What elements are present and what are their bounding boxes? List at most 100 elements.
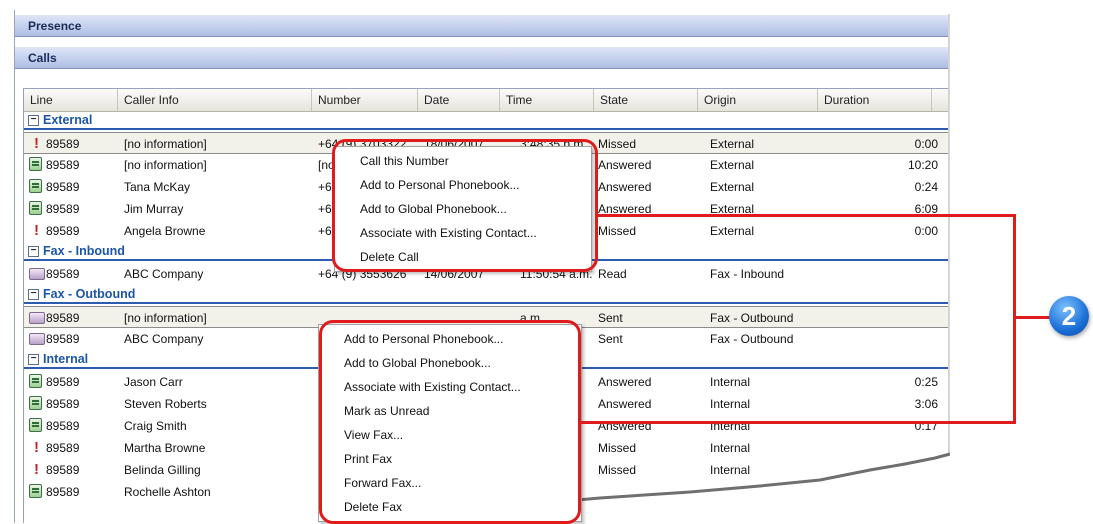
column-header-caller-info[interactable]: Caller Info	[118, 89, 312, 111]
cell-duration	[824, 263, 938, 285]
cell-origin: Internal	[710, 419, 751, 433]
answered-call-icon	[29, 396, 42, 410]
cell-duration: 0:00	[914, 137, 938, 151]
column-header-number[interactable]: Number	[312, 89, 418, 111]
cell-state: Missed	[598, 137, 637, 151]
cell-line: 89589	[46, 158, 80, 172]
cell-state: Missed	[598, 463, 637, 477]
presence-panel-header[interactable]: Presence	[15, 15, 949, 37]
column-header-origin[interactable]: Origin	[698, 89, 818, 111]
cell-caller: ABC Company	[124, 332, 204, 346]
cell-line: 89589	[46, 375, 80, 389]
callout-connector	[1013, 214, 1016, 424]
fax-icon	[29, 312, 45, 324]
answered-call-icon	[29, 374, 42, 388]
cell-line: 89589	[46, 485, 80, 499]
cell-line: 89589	[46, 332, 80, 346]
cell-state: Answered	[598, 419, 652, 433]
cell-duration	[824, 328, 938, 350]
missed-call-icon: !	[34, 222, 39, 239]
cell-line: 89589	[46, 463, 80, 477]
collapse-toggle-icon[interactable]: −	[28, 289, 39, 301]
cell-caller: Craig Smith	[124, 419, 187, 433]
cell-caller: [no information]	[124, 311, 207, 325]
collapse-toggle-icon[interactable]: −	[28, 115, 39, 127]
group-label: Internal	[43, 352, 89, 366]
group-label: Fax - Outbound	[43, 287, 136, 301]
cell-caller: [no information]	[124, 158, 207, 172]
cell-duration	[824, 307, 938, 329]
group-header-fax-outbound[interactable]: − Fax - Outbound	[24, 285, 949, 304]
cell-line: 89589	[46, 311, 80, 325]
answered-call-icon	[29, 179, 42, 193]
cell-origin: External	[710, 180, 755, 194]
group-label: Fax - Inbound	[43, 244, 125, 258]
group-header-external[interactable]: − External	[24, 111, 949, 130]
cell-origin: Internal	[710, 397, 751, 411]
cell-duration	[824, 459, 938, 481]
cell-line: 89589	[46, 202, 80, 216]
cell-state: Read	[598, 267, 627, 281]
missed-call-icon: !	[34, 439, 39, 456]
cell-origin: Fax - Inbound	[710, 267, 785, 281]
fax-icon	[29, 333, 45, 345]
call-menu-highlight	[332, 139, 598, 272]
cell-duration: 0:25	[914, 375, 938, 389]
cell-duration: 0:00	[914, 224, 938, 238]
cell-state: Answered	[598, 375, 652, 389]
collapse-toggle-icon[interactable]: −	[28, 354, 39, 366]
fax-icon	[29, 268, 45, 280]
callout-connector	[597, 214, 1015, 217]
column-header-bar: Line Caller Info Number Date Time State …	[24, 89, 949, 112]
cell-origin: Internal	[710, 375, 751, 389]
calls-panel-header[interactable]: Calls	[15, 47, 949, 69]
cell-origin: Fax - Outbound	[710, 311, 794, 325]
missed-call-icon: !	[34, 461, 39, 478]
cell-origin: Internal	[710, 441, 751, 455]
cell-caller: ABC Company	[124, 267, 204, 281]
column-header-date[interactable]: Date	[418, 89, 500, 111]
cell-caller: Tana McKay	[124, 180, 191, 194]
cell-state: Missed	[598, 224, 637, 238]
cell-duration: 10:20	[907, 158, 938, 172]
group-label: External	[43, 113, 93, 127]
cell-origin: Fax - Outbound	[710, 332, 794, 346]
cell-origin: Internal	[710, 463, 751, 477]
cell-caller: Martha Browne	[124, 441, 206, 455]
cell-duration: 3:06	[914, 397, 938, 411]
collapse-toggle-icon[interactable]: −	[28, 246, 39, 258]
answered-call-icon	[29, 418, 42, 432]
window-shadow	[948, 14, 956, 454]
cell-state: Sent	[598, 332, 623, 346]
cell-origin	[710, 481, 816, 503]
cell-line: 89589	[46, 419, 80, 433]
cell-state: Answered	[598, 158, 652, 172]
cell-caller: Steven Roberts	[124, 397, 207, 411]
cell-line: 89589	[46, 441, 80, 455]
cell-line: 89589	[46, 180, 80, 194]
cell-caller: [no information]	[124, 137, 207, 151]
cell-line: 89589	[46, 267, 80, 281]
callout-connector	[580, 421, 1016, 424]
cell-state: Sent	[598, 311, 623, 325]
answered-call-icon	[29, 201, 42, 215]
cell-origin: External	[710, 137, 755, 151]
missed-call-icon: !	[34, 135, 39, 152]
cell-origin: External	[710, 158, 755, 172]
cell-state	[598, 481, 698, 503]
column-header-time[interactable]: Time	[500, 89, 594, 111]
cell-caller: Angela Browne	[124, 224, 206, 238]
cell-state: Missed	[598, 441, 637, 455]
cell-duration: 0:17	[914, 419, 938, 433]
cell-caller: Jason Carr	[124, 375, 183, 389]
cell-state: Answered	[598, 397, 652, 411]
cell-caller: Rochelle Ashton	[124, 485, 211, 499]
cell-duration	[824, 437, 938, 459]
cell-state: Answered	[598, 180, 652, 194]
column-header-duration[interactable]: Duration	[818, 89, 932, 111]
column-header-line[interactable]: Line	[24, 89, 118, 111]
cell-line: 89589	[46, 397, 80, 411]
cell-origin: External	[710, 224, 755, 238]
callout-connector	[1015, 316, 1051, 319]
column-header-state[interactable]: State	[594, 89, 698, 111]
